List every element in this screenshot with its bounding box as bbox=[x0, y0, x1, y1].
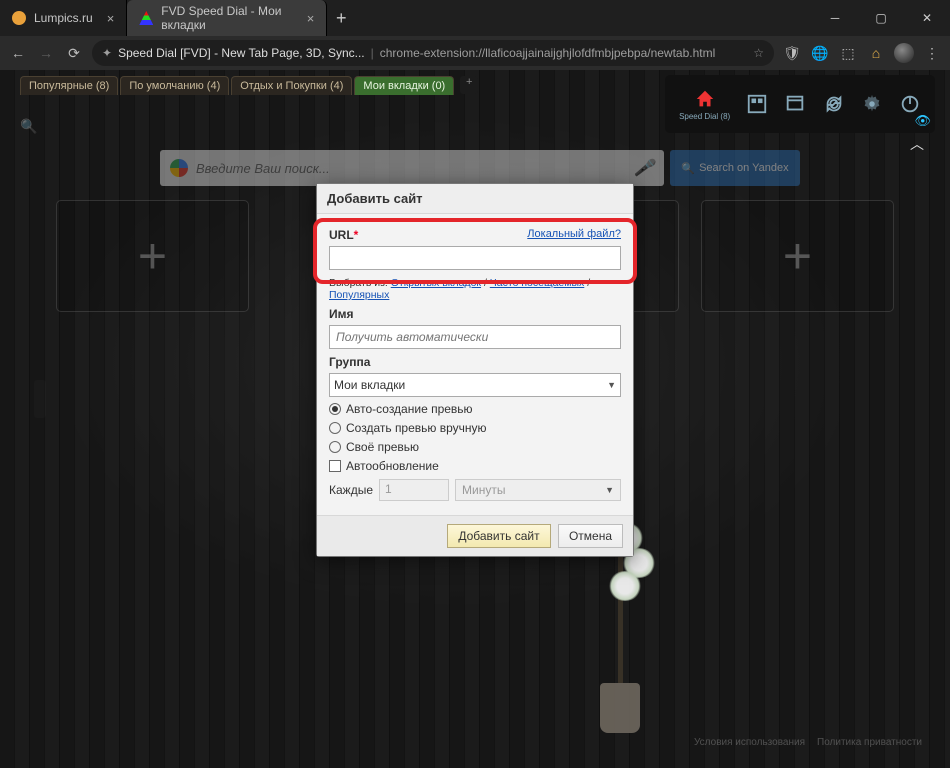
pick-frequent-link[interactable]: Часто посещаемых bbox=[490, 277, 585, 289]
microphone-icon[interactable]: 🎤 bbox=[634, 158, 654, 178]
util-settings[interactable] bbox=[861, 93, 883, 115]
yandex-label: Search on Yandex bbox=[699, 162, 789, 174]
plus-icon: + bbox=[138, 227, 167, 285]
search-input[interactable]: Введите Ваш поиск... 🎤 bbox=[160, 150, 664, 186]
util-label: Speed Dial (8) bbox=[679, 112, 730, 121]
group-tab-popular[interactable]: Популярные (8) bbox=[20, 76, 118, 95]
omnibox[interactable]: ✦ Speed Dial [FVD] - New Tab Page, 3D, S… bbox=[92, 40, 774, 66]
eye-icon[interactable]: 👁 bbox=[914, 113, 931, 129]
cube-icon[interactable]: ⬚ bbox=[838, 43, 858, 63]
profile-avatar[interactable] bbox=[894, 43, 914, 63]
reload-button[interactable]: ⟳ bbox=[64, 45, 84, 62]
interval-value-input[interactable]: 1 bbox=[379, 479, 449, 501]
dial-slot[interactable]: + bbox=[56, 200, 249, 312]
interval-row: Каждые 1 Минуты ▼ bbox=[329, 479, 621, 501]
group-tab-default[interactable]: По умолчанию (4) bbox=[120, 76, 229, 95]
titlebar: Lumpics.ru × FVD Speed Dial - Мои вкладк… bbox=[0, 0, 950, 36]
page-title-chip: Speed Dial [FVD] - New Tab Page, 3D, Syn… bbox=[118, 46, 365, 60]
group-select[interactable]: Мои вкладки ▼ bbox=[329, 373, 621, 397]
browser-tab-lumpics[interactable]: Lumpics.ru × bbox=[0, 0, 127, 36]
pick-popular-link[interactable]: Популярных bbox=[329, 289, 389, 301]
privacy-link[interactable]: Политика приватности bbox=[817, 737, 922, 748]
dialog-footer: Добавить сайт Отмена bbox=[317, 515, 633, 556]
search-placeholder: Введите Ваш поиск... bbox=[196, 161, 330, 176]
util-speed-dial[interactable]: Speed Dial (8) bbox=[679, 88, 730, 121]
interval-unit-value: Минуты bbox=[462, 483, 505, 497]
util-recently-closed[interactable] bbox=[784, 93, 806, 115]
add-site-dialog: Добавить сайт URL* Локальный файл? Выбра… bbox=[316, 183, 634, 557]
group-label: Группа bbox=[329, 355, 621, 369]
favicon-icon bbox=[139, 11, 153, 25]
util-most-visited[interactable] bbox=[746, 93, 768, 115]
close-button[interactable]: ✕ bbox=[904, 0, 950, 36]
preview-manual-radio[interactable]: Создать превью вручную bbox=[329, 421, 621, 435]
url-input[interactable] bbox=[329, 246, 621, 270]
star-icon[interactable]: ☆ bbox=[753, 46, 764, 60]
pick-open-tabs-link[interactable]: Открытых вкладок bbox=[391, 277, 481, 289]
footer-links: Условия использования Политика приватнос… bbox=[694, 737, 922, 748]
local-file-link[interactable]: Локальный файл? bbox=[527, 228, 621, 240]
util-sync[interactable] bbox=[823, 93, 845, 115]
browser-tab-speeddial[interactable]: FVD Speed Dial - Мои вкладки × bbox=[127, 0, 327, 36]
add-group-button[interactable]: + bbox=[460, 76, 478, 94]
search-toggle-icon[interactable]: 🔍 bbox=[20, 118, 37, 135]
autorefresh-checkbox[interactable]: Автообновление bbox=[329, 459, 621, 473]
url-label: URL* Локальный файл? bbox=[329, 228, 621, 242]
group-select-value: Мои вкладки bbox=[334, 378, 405, 392]
utility-panel: Speed Dial (8) 👁 bbox=[665, 75, 935, 133]
window-controls: ─ ▢ ✕ bbox=[812, 0, 950, 36]
google-icon bbox=[170, 159, 188, 177]
group-tab-my[interactable]: Мои вкладки (0) bbox=[354, 76, 454, 95]
preview-auto-radio[interactable]: Авто-создание превью bbox=[329, 402, 621, 416]
close-icon[interactable]: × bbox=[107, 11, 115, 26]
group-tabs: Популярные (8) По умолчанию (4) Отдых и … bbox=[20, 76, 478, 95]
interval-label: Каждые bbox=[329, 483, 373, 497]
pick-from-row: Выбрать из: Открытых вкладок / Часто пос… bbox=[329, 277, 621, 301]
plus-icon: + bbox=[783, 227, 812, 285]
preview-custom-radio[interactable]: Своё превью bbox=[329, 440, 621, 454]
maximize-button[interactable]: ▢ bbox=[858, 0, 904, 36]
home-icon[interactable]: ⌂ bbox=[866, 43, 886, 63]
forward-button[interactable]: → bbox=[36, 45, 56, 61]
interval-unit-select[interactable]: Минуты ▼ bbox=[455, 479, 621, 501]
back-button[interactable]: ← bbox=[8, 45, 28, 61]
group-tab-shopping[interactable]: Отдых и Покупки (4) bbox=[231, 76, 352, 95]
new-tab-button[interactable]: + bbox=[327, 0, 355, 36]
search-bar: Введите Ваш поиск... 🎤 🔍Search on Yandex bbox=[160, 150, 800, 186]
collapse-panel-icon[interactable]: ︿ bbox=[910, 134, 924, 154]
extension-icon: ✦ bbox=[102, 46, 112, 60]
tab-label: Lumpics.ru bbox=[34, 11, 93, 25]
tab-label: FVD Speed Dial - Мои вкладки bbox=[161, 4, 292, 32]
close-icon[interactable]: × bbox=[307, 11, 315, 26]
cancel-button[interactable]: Отмена bbox=[558, 524, 623, 548]
name-label: Имя bbox=[329, 307, 621, 321]
shield-icon[interactable]: 🛡 bbox=[782, 43, 802, 63]
chevron-down-icon: ▼ bbox=[607, 380, 616, 390]
favicon-icon bbox=[12, 11, 26, 25]
address-bar: ← → ⟳ ✦ Speed Dial [FVD] - New Tab Page,… bbox=[0, 36, 950, 70]
add-site-button[interactable]: Добавить сайт bbox=[447, 524, 550, 548]
yandex-search-button[interactable]: 🔍Search on Yandex bbox=[670, 150, 800, 186]
page-url: chrome-extension://llaficoajjainaijghjlo… bbox=[380, 46, 716, 60]
minimize-button[interactable]: ─ bbox=[812, 0, 858, 36]
chevron-down-icon: ▼ bbox=[605, 485, 614, 495]
terms-link[interactable]: Условия использования bbox=[694, 737, 805, 748]
globe-icon[interactable]: 🌐 bbox=[810, 43, 830, 63]
util-power[interactable] bbox=[899, 93, 921, 115]
name-input[interactable] bbox=[329, 325, 621, 349]
side-handle[interactable] bbox=[34, 380, 46, 418]
menu-button[interactable]: ⋮ bbox=[922, 45, 942, 62]
dial-slot[interactable]: + bbox=[701, 200, 894, 312]
dialog-title: Добавить сайт bbox=[317, 184, 633, 214]
